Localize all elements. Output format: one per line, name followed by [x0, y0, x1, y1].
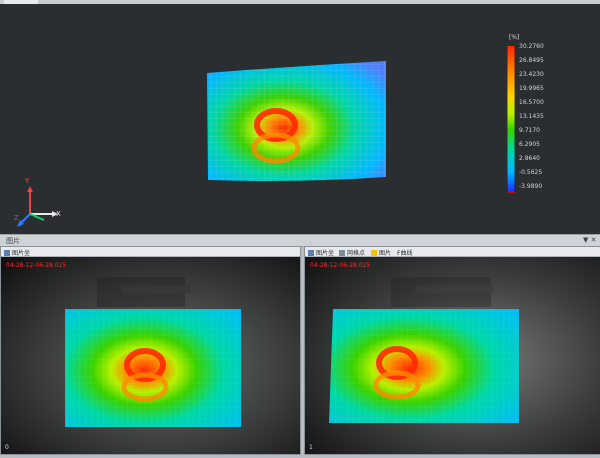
toolbar-picture-button[interactable]: 图片	[371, 248, 391, 257]
overlay-grid	[65, 309, 241, 427]
legend-value: 2.8640	[519, 155, 540, 162]
toolbar-curve-label: F曲线	[397, 250, 413, 257]
axis-label-y: Y	[25, 177, 30, 185]
legend-value: 30.2760	[519, 43, 544, 50]
camera-panel-left[interactable]: 图片坐 04-28-12-06-28.025 0	[0, 246, 301, 455]
panel-toolbar: 图片坐	[1, 247, 300, 257]
panel-index: 0	[5, 444, 9, 451]
toolbar-image-label: 图片坐	[12, 250, 31, 257]
toolbar-image-label: 图片坐	[316, 250, 335, 257]
timestamp: 04-28-12-06-28.025	[6, 262, 67, 269]
axis-label-x: X	[56, 210, 61, 218]
toolbar-grid-button[interactable]: 网格点	[339, 248, 365, 257]
camera-panel-right[interactable]: 图片坐 网格点 图片 F曲线 04-28-12-06-28.025 1	[304, 246, 600, 455]
axis-triad-icon	[17, 186, 58, 227]
axis-label-z: Z	[14, 214, 19, 222]
toolbar-grid-label: 网格点	[347, 250, 366, 257]
panel-toolbar: 图片坐 网格点 图片 F曲线	[305, 247, 600, 257]
camera-image-left	[1, 257, 300, 454]
timestamp: 04-28-12-06-28.025	[310, 262, 371, 269]
overlay-grid	[329, 309, 519, 423]
legend-value: -3.9890	[519, 183, 543, 190]
image-icon	[4, 249, 10, 256]
lower-pane-controls[interactable]: ▼ ✕	[583, 236, 596, 244]
legend-value: 26.8495	[519, 57, 544, 64]
image-icon	[308, 249, 314, 256]
toolbar-picture-label: 图片	[379, 250, 392, 257]
toolbar-image-button[interactable]: 图片坐	[308, 248, 334, 257]
camera-image-right	[305, 257, 600, 454]
legend-value: 19.9965	[519, 85, 544, 92]
toolbar-image-button[interactable]: 图片坐	[4, 248, 30, 257]
legend-unit: [%]	[509, 34, 520, 41]
legend-value: 13.1435	[519, 113, 544, 120]
legend-value: 16.5700	[519, 99, 544, 106]
3d-strain-view[interactable]: [%] 30.2760 26.8495 23.4230 19.9965 16.5…	[0, 4, 600, 234]
camera-image-svg	[305, 257, 600, 454]
legend-value: 6.2905	[519, 141, 540, 148]
legend-value: -0.5625	[519, 169, 543, 176]
background-structure	[391, 277, 493, 307]
panel-index: 1	[309, 444, 313, 451]
camera-image-svg	[1, 257, 300, 454]
legend-value: 9.7170	[519, 127, 540, 134]
lower-pane-title: 图片	[6, 237, 20, 245]
grid-icon	[339, 249, 345, 256]
background-structure	[97, 277, 191, 307]
toolbar-curve-button[interactable]: F曲线	[397, 248, 412, 257]
legend-value: 23.4230	[519, 71, 544, 78]
picture-icon	[371, 249, 377, 256]
legend-colorbar	[507, 45, 515, 193]
legend-labels: 30.2760 26.8495 23.4230 19.9965 16.5700 …	[519, 43, 579, 195]
